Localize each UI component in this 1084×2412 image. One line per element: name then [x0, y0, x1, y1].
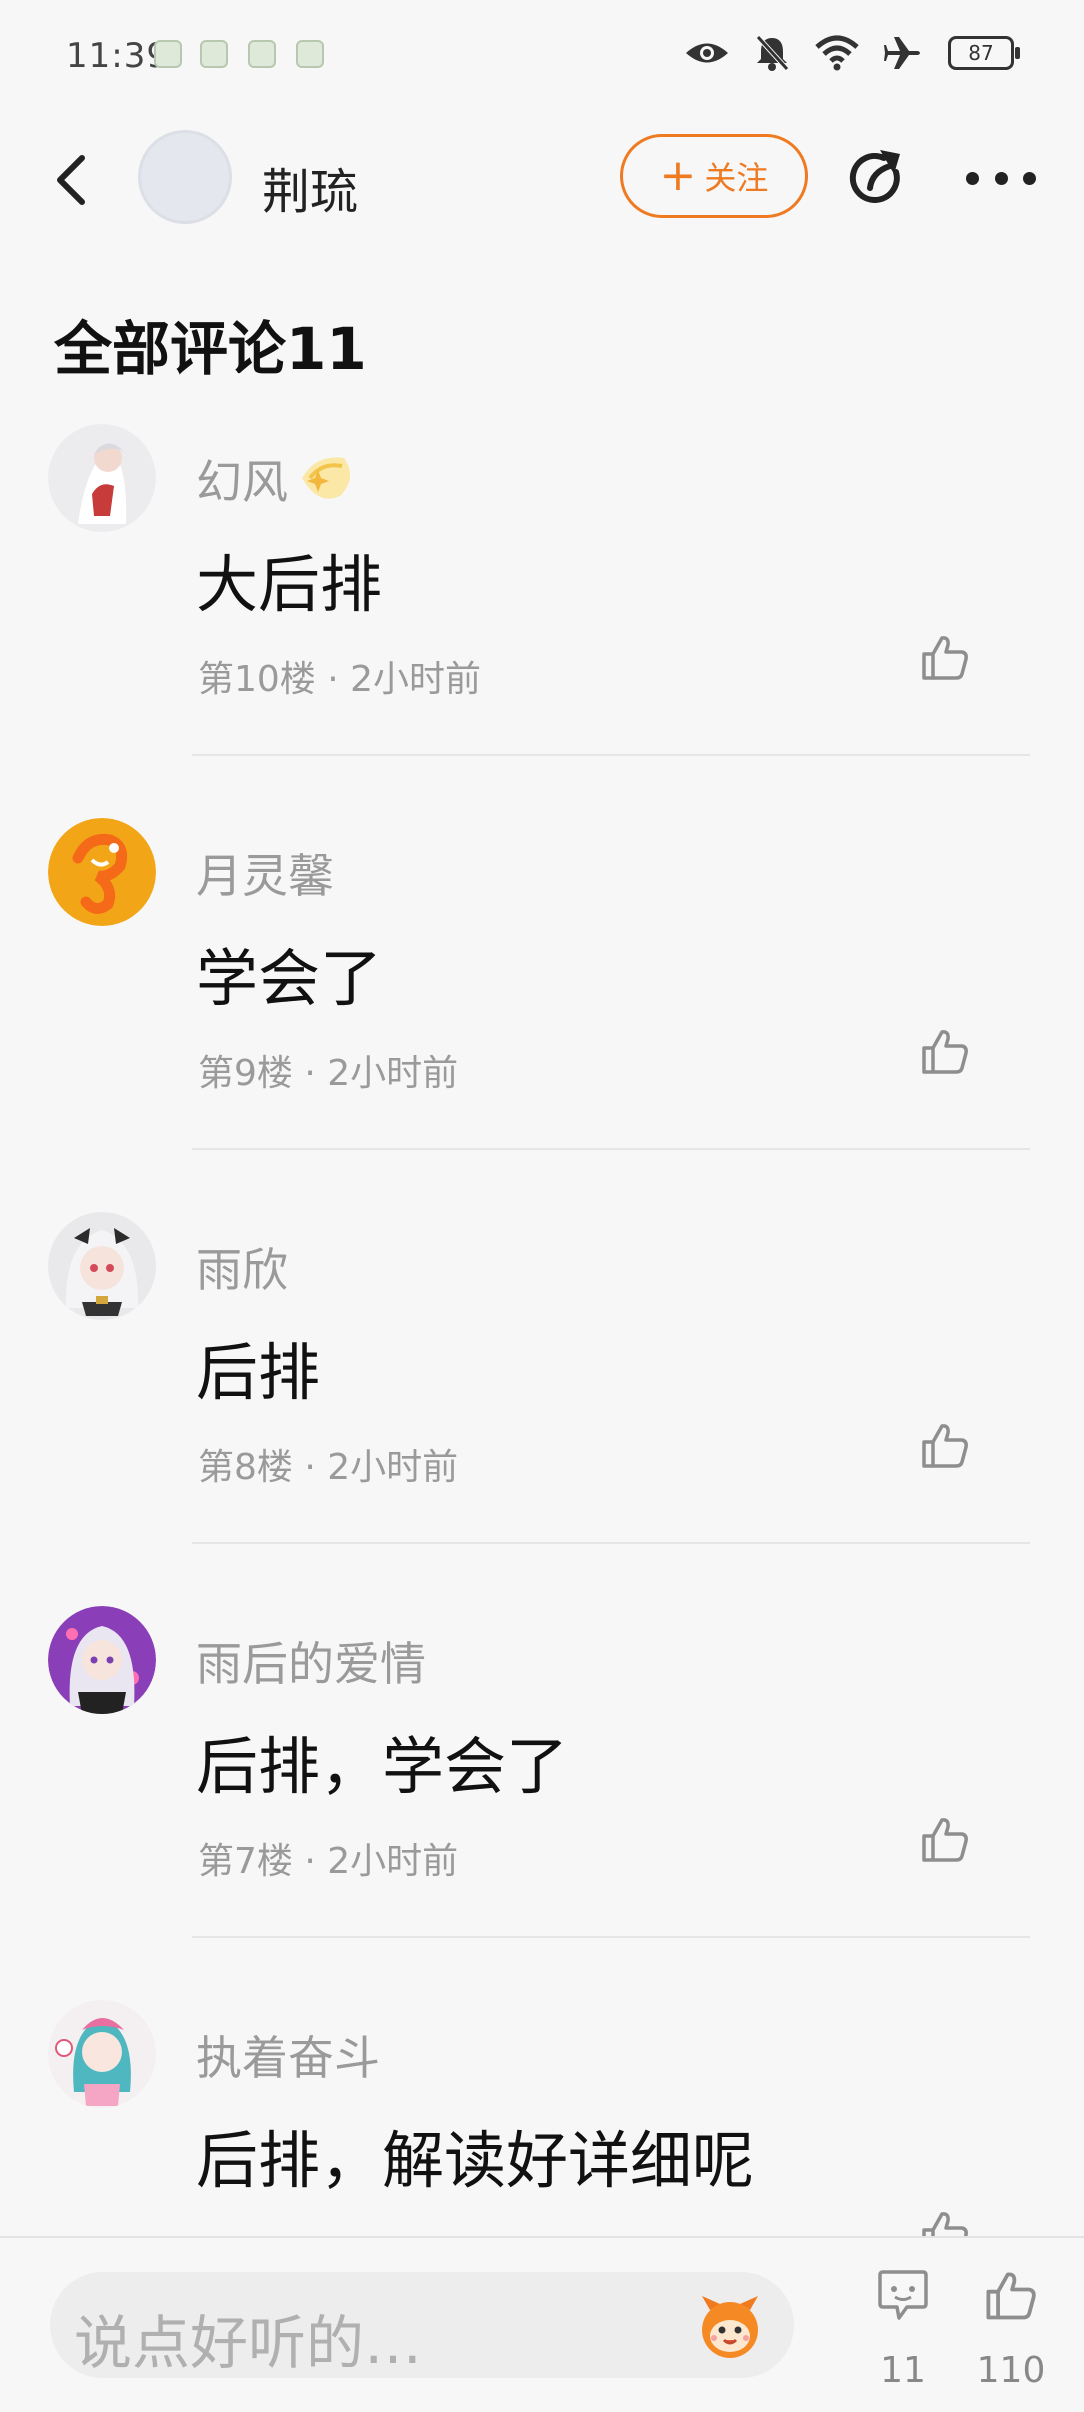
divider [192, 754, 1030, 756]
plus-icon: + [659, 150, 697, 201]
comment-text: 后排 [196, 1336, 321, 1409]
notification-icon [296, 40, 324, 68]
more-options-button[interactable] [966, 156, 1036, 200]
comment-username[interactable]: 月灵馨 [196, 840, 334, 906]
notification-icon [200, 40, 228, 68]
battery-indicator: 87 [948, 36, 1020, 70]
notification-icon [248, 40, 276, 68]
dot-icon [1023, 171, 1036, 185]
comment-text: 后排，解读好详细呢 [196, 2124, 755, 2197]
divider [192, 1148, 1030, 1150]
like-button[interactable]: 110 [966, 2268, 1056, 2391]
emoji-icon[interactable] [694, 2290, 766, 2362]
like-count: 110 [976, 2350, 1046, 2391]
divider [192, 1936, 1030, 1938]
status-icons: 87 [684, 34, 1020, 72]
comment-bubble-icon [878, 2270, 928, 2320]
chevron-left-icon [57, 155, 85, 205]
back-button[interactable] [44, 150, 96, 210]
comment-text: 后排，学会了 [196, 1730, 569, 1803]
comment-floor-time: 第9楼 · 2小时前 [198, 1053, 459, 1094]
comments-section-title: 全部评论11 [54, 315, 367, 383]
comment-floor-time: 第8楼 · 2小时前 [198, 1447, 459, 1488]
comment-username[interactable]: 雨欣 [196, 1234, 288, 1300]
comment-username[interactable]: 执着奋斗 [196, 2022, 380, 2088]
avatar[interactable] [48, 424, 156, 532]
wifi-icon [815, 35, 859, 71]
post-header: 荆琉 + 关注 [0, 120, 1084, 240]
notification-icon [154, 40, 182, 68]
comment-floor-time: 第7楼 · 2小时前 [198, 1841, 459, 1882]
avatar[interactable] [48, 818, 156, 926]
avatar[interactable] [48, 1606, 156, 1714]
comment-username[interactable]: 幻风 [196, 446, 288, 512]
thumbs-up-icon[interactable] [920, 1420, 970, 1470]
sparkle-badge-icon [302, 457, 351, 499]
divider [192, 1542, 1030, 1544]
comment-count: 11 [880, 2350, 926, 2391]
status-bar: 11:39 87 [0, 0, 1084, 110]
thumbs-up-icon[interactable] [920, 1814, 970, 1864]
comment-item: 雨后的爱情 后排，学会了 第7楼 · 2小时前 [0, 1606, 1084, 2000]
avatar[interactable] [48, 2000, 156, 2108]
dot-icon [994, 171, 1008, 185]
comments-count-button[interactable]: 11 [858, 2268, 948, 2391]
comment-item: 雨欣 后排 第8楼 · 2小时前 [0, 1212, 1084, 1606]
comment-item: 月灵馨 学会了 第9楼 · 2小时前 [0, 818, 1084, 1212]
author-avatar[interactable] [138, 130, 232, 224]
follow-label: 关注 [704, 159, 769, 197]
comment-input-placeholder: 说点好听的… [74, 2309, 423, 2377]
comment-username[interactable]: 雨后的爱情 [196, 1628, 426, 1694]
thumbs-up-icon[interactable] [920, 1026, 970, 1076]
comment-input[interactable]: 说点好听的… [50, 2272, 794, 2378]
comment-text: 学会了 [196, 942, 383, 1015]
dot-icon [966, 171, 979, 185]
avatar[interactable] [48, 1212, 156, 1320]
thumbs-up-icon[interactable] [920, 632, 970, 682]
battery-level: 87 [968, 41, 994, 65]
comment-text: 大后排 [196, 548, 383, 621]
follow-button[interactable]: + 关注 [620, 134, 808, 218]
comment-floor-time: 第10楼 · 2小时前 [198, 659, 482, 700]
share-icon[interactable] [846, 146, 912, 212]
eye-icon [686, 43, 728, 63]
bottom-action-bar: 说点好听的… 11 110 [0, 2236, 1084, 2412]
airplane-icon [884, 37, 920, 69]
mute-bell-icon [756, 35, 789, 71]
thumbs-up-icon [986, 2272, 1036, 2320]
comment-item: 幻风 大后排 第10楼 · 2小时前 [0, 424, 1084, 818]
author-name[interactable]: 荆琉 [262, 152, 358, 222]
